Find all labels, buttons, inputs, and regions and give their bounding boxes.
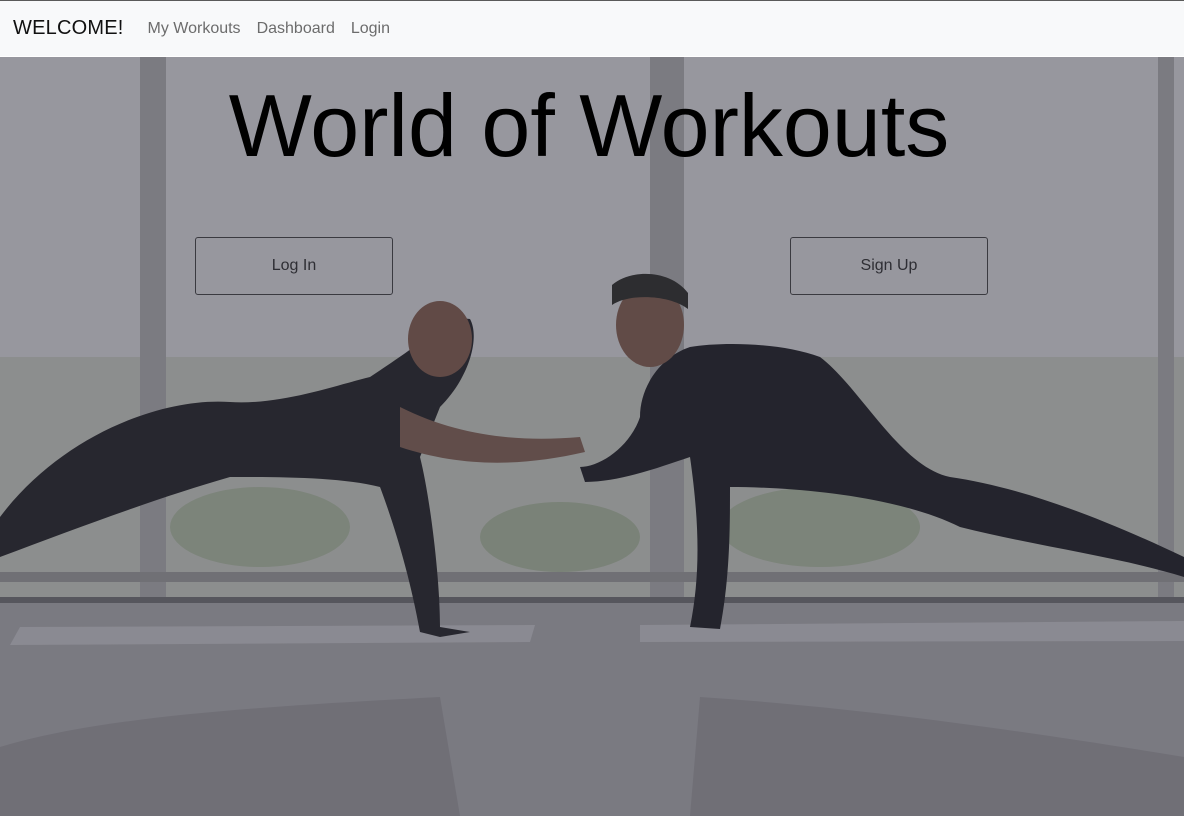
navbar-brand[interactable]: WELCOME! [13,17,124,40]
login-button[interactable]: Log In [195,237,393,295]
signup-button[interactable]: Sign Up [790,237,988,295]
nav-link-login[interactable]: Login [351,20,390,38]
page-title: World of Workouts [228,76,950,175]
nav-link-dashboard[interactable]: Dashboard [257,20,335,38]
top-navbar: WELCOME! My Workouts Dashboard Login [0,0,1184,56]
nav-link-my-workouts[interactable]: My Workouts [148,20,241,38]
hero-section: World of Workouts Log In Sign Up [0,57,1184,816]
